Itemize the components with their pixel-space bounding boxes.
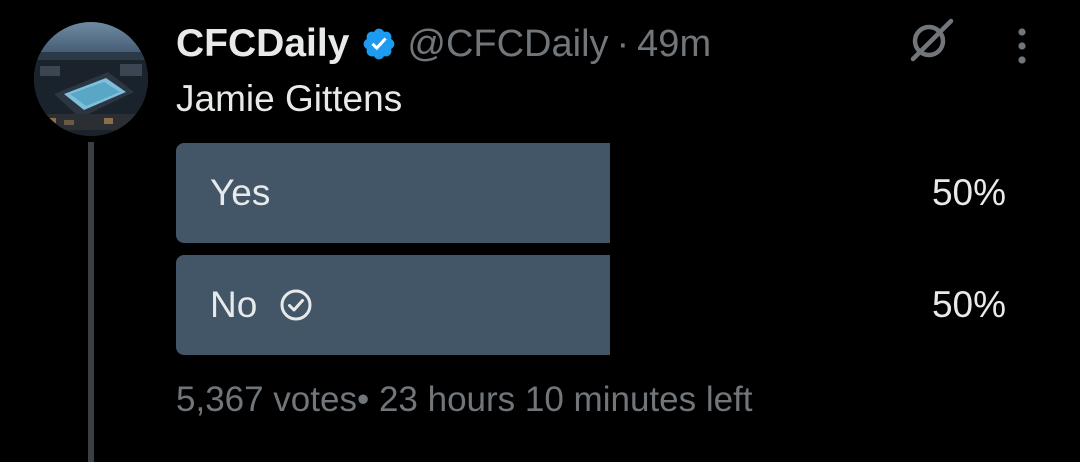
verified-badge-icon[interactable]: [361, 26, 397, 62]
header-separator: ·: [616, 22, 630, 65]
poll-time-left: 23 hours 10 minutes left: [378, 380, 753, 419]
avatar[interactable]: [34, 22, 148, 136]
poll-option-label: No: [210, 255, 313, 355]
thread-line: [88, 142, 94, 462]
author-display-name[interactable]: CFCDaily: [176, 22, 349, 66]
poll-option-yes: Yes 50%: [176, 143, 1026, 243]
check-circle-icon: [279, 288, 313, 322]
poll-footer-separator: •: [356, 380, 370, 419]
poll-option-text: No: [210, 284, 258, 325]
more-vertical-icon[interactable]: [1008, 24, 1036, 68]
author-handle[interactable]: @CFCDaily: [407, 23, 608, 66]
poll-option-text: Yes: [210, 172, 271, 213]
grok-icon[interactable]: [904, 14, 956, 66]
tweet-timestamp[interactable]: 49m: [637, 23, 711, 66]
poll-option-percent: 50%: [931, 284, 1006, 325]
tweet-header: CFCDaily @CFCDaily · 49m: [176, 16, 711, 72]
poll-footer: 5,367 votes• 23 hours 10 minutes left: [176, 380, 753, 420]
tweet-text: Jamie Gittens: [176, 78, 403, 119]
poll-option-no: No 50%: [176, 255, 1026, 355]
poll-option-label: Yes: [210, 143, 270, 243]
avatar-image: [34, 22, 148, 136]
poll-vote-count: 5,367 votes: [176, 380, 357, 419]
poll-option-percent: 50%: [931, 172, 1006, 213]
